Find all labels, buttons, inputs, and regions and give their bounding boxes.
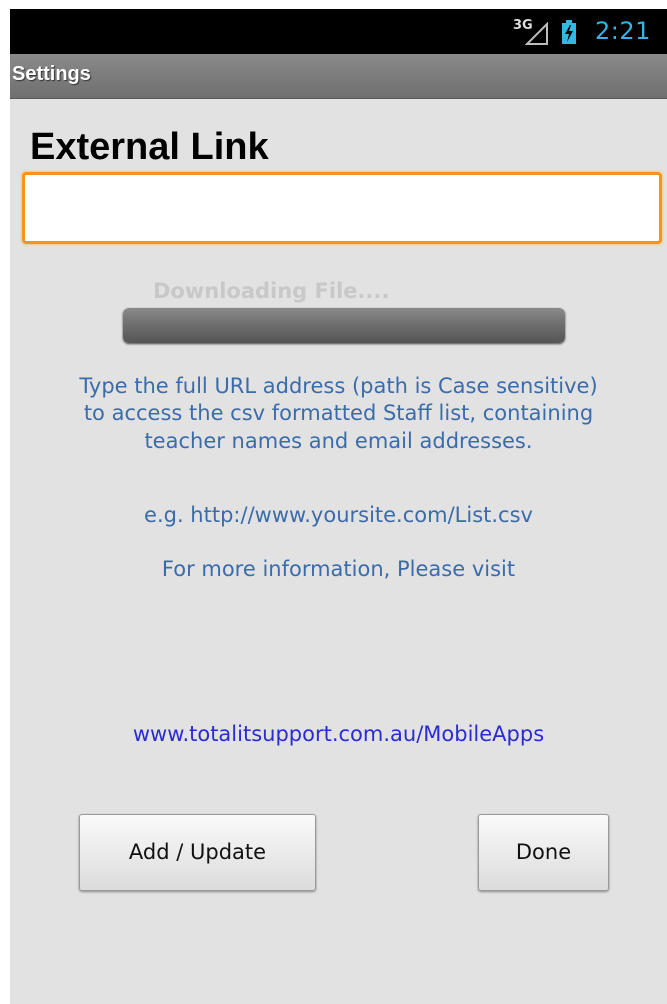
example-url-text: e.g. http://www.yoursite.com/List.csv [144,503,533,527]
page-heading: External Link [30,126,269,168]
app-screen: 3G 2:21 Settings External Link Downloadi… [10,9,667,1004]
app-title: Settings [12,63,91,85]
download-status-label: Downloading File.... [153,279,390,303]
instruction-line-3: teacher names and email addresses. [144,429,533,453]
title-bar: Settings [10,54,667,99]
instruction-line-2: to access the csv formatted Staff list, … [83,401,594,425]
status-bar: 3G 2:21 [10,9,667,54]
signal-icon [525,22,548,45]
network-indicator: 3G [513,18,551,48]
status-time: 2:21 [595,17,651,45]
download-progress-bar [123,308,565,343]
done-button[interactable]: Done [478,814,609,891]
support-website-link[interactable]: www.totalitsupport.com.au/MobileApps [10,722,667,746]
battery-charging-icon [562,20,576,44]
instruction-line-1: Type the full URL address (path is Case … [79,374,598,398]
more-info-text: For more information, Please visit [161,557,516,581]
url-input[interactable] [22,172,662,244]
add-update-button[interactable]: Add / Update [79,814,316,891]
